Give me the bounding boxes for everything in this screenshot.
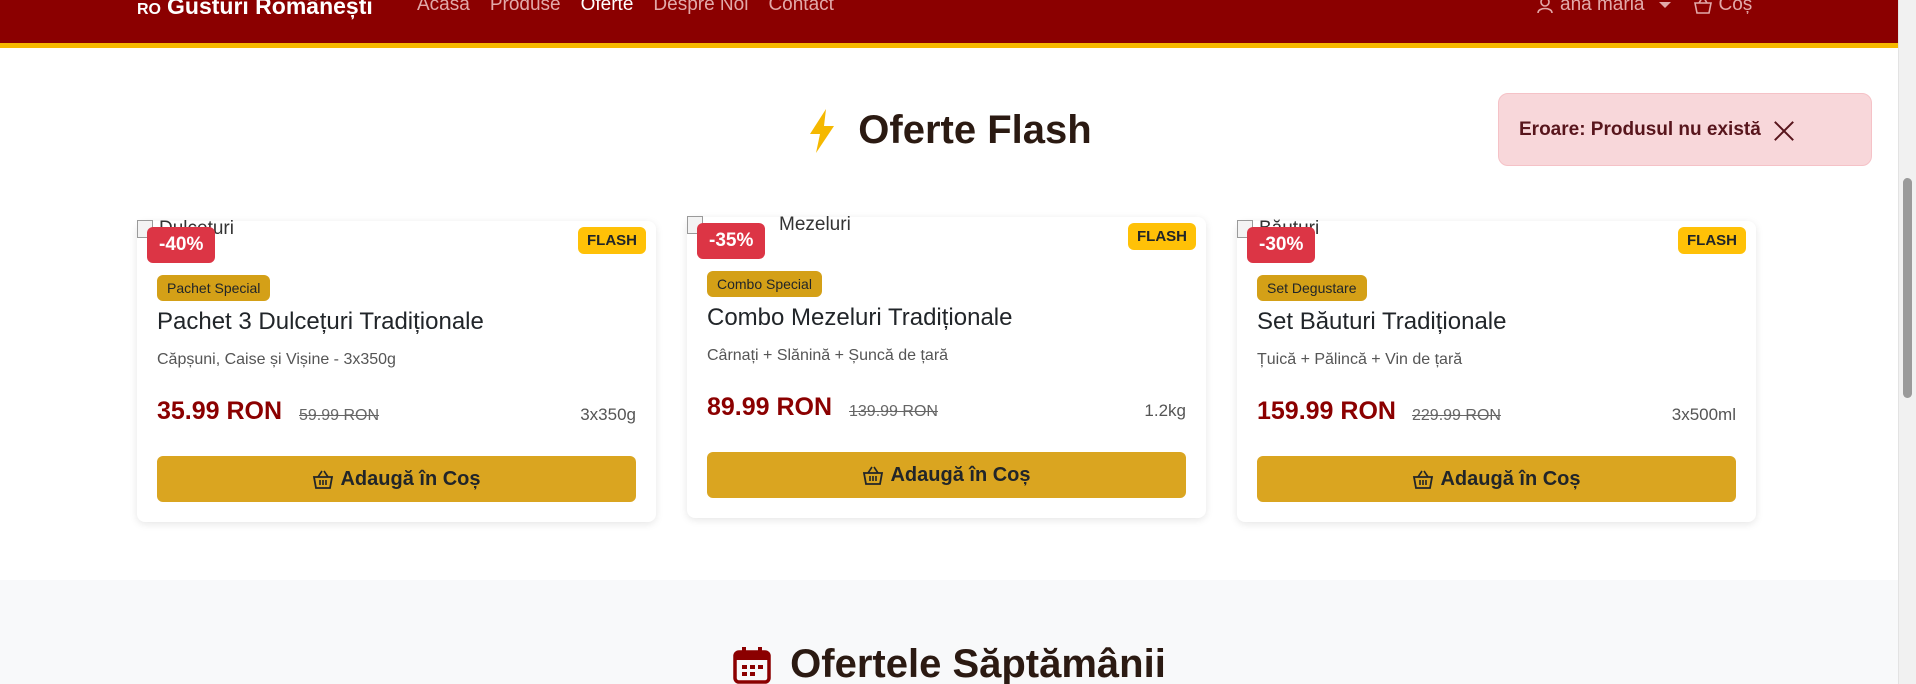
product-title: Combo Mezeluri Tradiționale [707, 304, 1013, 331]
user-menu[interactable]: ana maria [1536, 0, 1671, 16]
product-title: Pachet 3 Dulcețuri Tradiționale [157, 308, 484, 335]
weekly-section-title: Ofertele Săptămânii [0, 642, 1898, 684]
nav-link-produse[interactable]: Produse [490, 0, 561, 16]
cart-link[interactable]: Coș [1693, 0, 1753, 16]
product-card: Dulcețuri -40% FLASH Pachet Special Pach… [137, 218, 656, 522]
scrollbar-thumb[interactable] [1903, 178, 1912, 398]
product-price: 35.99 RON [157, 397, 283, 425]
chevron-down-icon [1658, 2, 1671, 8]
basket-icon [863, 466, 884, 485]
flash-badge: FLASH [1128, 223, 1196, 250]
basket-icon [1693, 0, 1712, 14]
product-weight: 3x500ml [1671, 405, 1736, 424]
discount-badge: -30% [1247, 227, 1316, 263]
page-scrollbar[interactable] [1898, 0, 1916, 684]
basket-icon [1413, 470, 1434, 489]
nav-link-contact[interactable]: Contact [768, 0, 833, 16]
product-title: Set Băuturi Tradiționale [1257, 308, 1507, 335]
discount-badge: -40% [147, 227, 216, 263]
product-card: Mezeluri -35% FLASH Combo Special Combo … [687, 214, 1206, 518]
product-old-price: 59.99 RON [299, 407, 380, 424]
product-description: Căpșuni, Caise și Vișine - 3x350g [157, 351, 396, 368]
bolt-icon [810, 108, 835, 153]
navbar: RO Gusturi Românești Acasa Produse Ofert… [0, 0, 1898, 48]
product-tag: Set Degustare [1257, 275, 1367, 301]
calendar-icon [733, 646, 771, 684]
user-icon [1537, 0, 1553, 14]
toast-message: Eroare: Produsul nu există [1519, 118, 1761, 140]
basket-icon [313, 470, 334, 489]
flash-badge: FLASH [1678, 227, 1746, 254]
product-price: 159.99 RON [1257, 397, 1396, 425]
product-description: Țuică + Pălincă + Vin de țară [1257, 351, 1463, 368]
add-to-cart-button[interactable]: Adaugă în Coș [157, 456, 636, 502]
product-weight: 3x350g [580, 405, 636, 424]
product-description: Cârnați + Slănină + Șuncă de țară [707, 347, 949, 364]
nav-link-despre-noi[interactable]: Despre Noi [653, 0, 748, 16]
brand-logo[interactable]: RO Gusturi Românești [137, 0, 373, 20]
close-icon[interactable] [1773, 119, 1795, 141]
add-to-cart-label: Adaugă în Coș [340, 467, 481, 490]
nav-links: Acasa Produse Oferte Despre Noi Contact [417, 0, 834, 16]
discount-badge: -35% [697, 223, 766, 259]
brand-name: Gusturi Românești [167, 0, 373, 19]
flash-title-text: Oferte Flash [858, 108, 1092, 152]
product-price: 89.99 RON [707, 393, 833, 421]
product-old-price: 139.99 RON [849, 403, 938, 420]
add-to-cart-button[interactable]: Adaugă în Coș [1257, 456, 1736, 502]
cart-label: Coș [1718, 0, 1753, 15]
product-card: Băuturi -30% FLASH Set Degustare Set Bău… [1237, 218, 1756, 522]
product-tag: Combo Special [707, 271, 822, 297]
add-to-cart-button[interactable]: Adaugă în Coș [707, 452, 1186, 498]
product-weight: 1.2kg [1144, 401, 1186, 420]
error-toast: Eroare: Produsul nu există [1498, 93, 1872, 166]
add-to-cart-label: Adaugă în Coș [1440, 467, 1581, 490]
user-name: ana maria [1560, 0, 1645, 15]
weekly-title-text: Ofertele Săptămânii [790, 642, 1166, 684]
nav-right: ana maria Coș [1536, 0, 1752, 16]
brand-flag: RO [137, 1, 161, 18]
product-tag: Pachet Special [157, 275, 271, 301]
nav-link-acasa[interactable]: Acasa [417, 0, 470, 16]
nav-link-oferte[interactable]: Oferte [581, 0, 634, 16]
add-to-cart-label: Adaugă în Coș [890, 463, 1031, 486]
flash-badge: FLASH [578, 227, 646, 254]
product-old-price: 229.99 RON [1412, 407, 1501, 424]
